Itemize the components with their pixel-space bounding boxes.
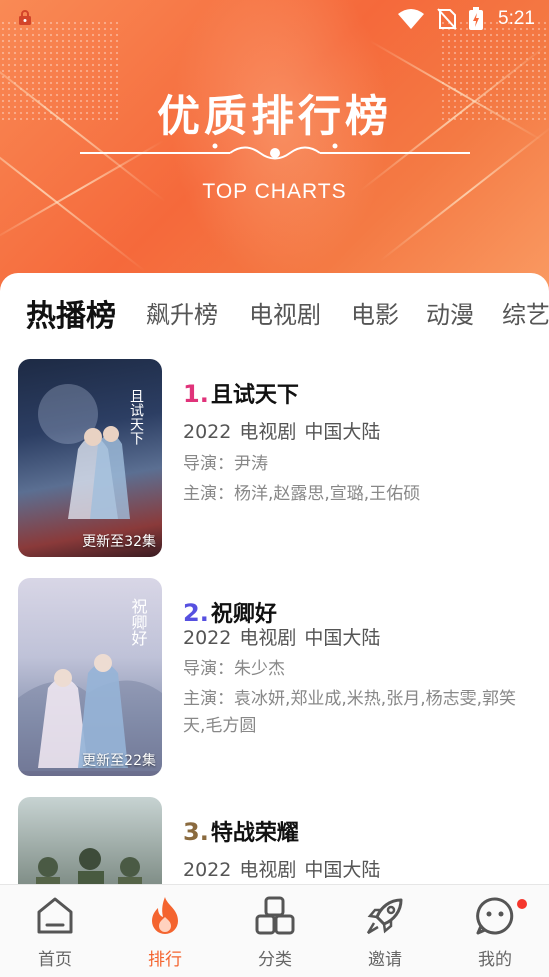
cast: 主演：杨洋,赵露思,宣璐,王佑硕: [183, 484, 421, 504]
item-meta: 2022 电视剧 中国大陆: [183, 417, 380, 444]
poster-image[interactable]: 祝卿好 更新至22集: [18, 578, 162, 776]
bottom-navigation: 首页 排行 分类 邀请 我的: [0, 884, 549, 977]
list-item[interactable]: 祝卿好 更新至22集 2.祝卿好 2022 电视剧 中国大陆 导演：朱少杰 主演：袁…: [0, 578, 549, 778]
region: 中国大陆: [304, 421, 381, 443]
region: 中国大陆: [304, 627, 381, 649]
list-item[interactable]: 且试天下 更新至32集 1.且试天下 2022 电视剧 中国大陆 导演：尹涛 主演：…: [0, 359, 549, 559]
list-item[interactable]: 3.特战荣耀 2022 电视剧 中国大陆: [0, 797, 549, 885]
lock-icon: [19, 10, 31, 25]
nav-label: 排行: [148, 950, 182, 970]
notification-dot: [517, 899, 527, 909]
profile-icon: [476, 897, 514, 935]
page-subtitle: TOP CHARTS: [202, 180, 347, 203]
no-sim-icon: [437, 8, 457, 30]
nav-home[interactable]: 首页: [0, 885, 110, 977]
poster-image[interactable]: [18, 797, 162, 885]
nav-label: 分类: [258, 950, 292, 970]
genre: 电视剧: [239, 421, 297, 443]
tab-hot[interactable]: 热播榜: [26, 291, 116, 335]
status-bar: 5:21: [0, 0, 549, 38]
tab-rising[interactable]: 飙升榜: [146, 295, 218, 330]
genre: 电视剧: [239, 859, 297, 881]
item-title-row[interactable]: 1.且试天下: [183, 377, 299, 409]
nav-label: 邀请: [368, 950, 402, 970]
year: 2022: [183, 859, 232, 881]
header-banner: 5:21 优质排行榜 TOP CHARTS: [0, 0, 549, 300]
nav-category[interactable]: 分类: [220, 885, 330, 977]
episode-badge: 更新至32集: [82, 534, 156, 550]
nav-invite[interactable]: 邀请: [330, 885, 440, 977]
wifi-icon: [398, 9, 424, 29]
battery-icon: [469, 7, 483, 30]
director: 导演：尹涛: [183, 454, 268, 474]
poster-image[interactable]: 且试天下 更新至32集: [18, 359, 162, 557]
nav-label: 首页: [38, 950, 72, 970]
region: 中国大陆: [304, 859, 381, 881]
item-title-row[interactable]: 3.特战荣耀: [183, 815, 299, 847]
svg-text:且试天下: 且试天下: [128, 389, 144, 445]
cast: 主演：袁冰妍,郑业成,米热,张月,杨志雯,郭笑天,毛方圆: [183, 689, 517, 736]
rank-number: 1.: [183, 380, 209, 408]
year: 2022: [183, 627, 232, 649]
svg-text:祝卿好: 祝卿好: [129, 598, 148, 647]
rocket-icon: [366, 898, 403, 935]
rank-number: 3.: [183, 818, 209, 846]
ranking-tabs: 热播榜 飙升榜 电视剧 电影 动漫 综艺: [0, 273, 549, 353]
year: 2022: [183, 421, 232, 443]
home-icon: [37, 897, 73, 934]
tab-variety[interactable]: 综艺: [502, 295, 549, 330]
item-meta: 2022 电视剧 中国大陆: [183, 855, 380, 882]
nav-label: 我的: [478, 950, 512, 970]
item-title: 且试天下: [210, 383, 299, 408]
page-title: 优质排行榜: [157, 92, 392, 142]
tab-movie[interactable]: 电影: [351, 295, 399, 330]
clock: 5:21: [498, 8, 535, 29]
episode-badge: 更新至22集: [82, 753, 156, 769]
nav-ranking[interactable]: 排行: [110, 885, 220, 977]
genre: 电视剧: [239, 627, 297, 649]
flame-icon: [152, 897, 178, 934]
item-title: 特战荣耀: [210, 821, 299, 846]
category-icon: [255, 896, 295, 935]
tab-anime[interactable]: 动漫: [426, 295, 474, 330]
ornament-divider: [80, 143, 470, 160]
item-meta: 2022 电视剧 中国大陆: [183, 623, 380, 650]
tab-tv-series[interactable]: 电视剧: [249, 295, 321, 330]
nav-profile[interactable]: 我的: [440, 885, 549, 977]
director: 导演：朱少杰: [183, 659, 285, 679]
